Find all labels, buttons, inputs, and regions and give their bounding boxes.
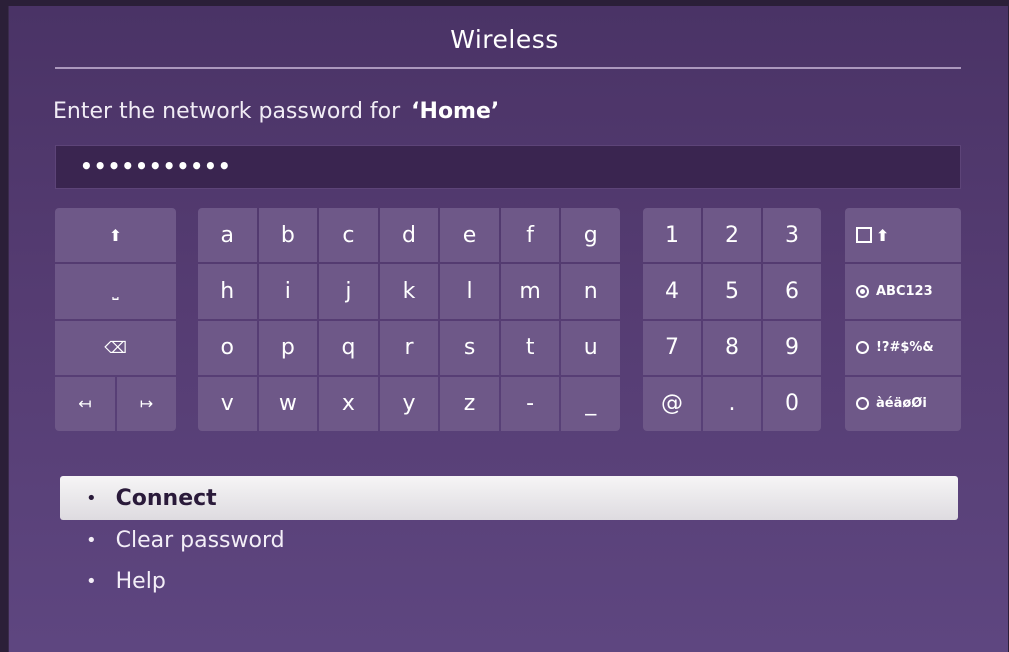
space-key[interactable]: ⎵ [55, 264, 176, 319]
key-p[interactable]: p [258, 320, 318, 375]
key-d[interactable]: d [379, 208, 439, 263]
title-divider [55, 67, 961, 69]
caps-lock-key[interactable]: ⬆ [845, 208, 961, 263]
key-f[interactable]: f [500, 208, 560, 263]
radio-icon [856, 341, 869, 355]
radio-selected-icon [856, 284, 869, 298]
mode-abc123-key[interactable]: ABC123 [845, 264, 961, 319]
prompt-text: Enter the network password for [53, 99, 401, 124]
caps-checkbox-icon [856, 227, 872, 244]
key-4[interactable]: 4 [643, 264, 701, 319]
key-z[interactable]: z [440, 376, 499, 431]
bullet-icon: • [86, 487, 97, 509]
mode-symbols-key[interactable]: !?#$%& [845, 320, 961, 375]
key-u[interactable]: u [561, 320, 620, 375]
key-o[interactable]: o [198, 320, 257, 375]
key-x[interactable]: x [319, 376, 378, 431]
key-m[interactable]: m [500, 264, 560, 319]
bullet-icon: • [86, 570, 97, 592]
key-period[interactable]: . [703, 376, 761, 431]
mode-symbols-label: !?#$%& [876, 340, 934, 356]
key-2[interactable]: 2 [703, 208, 761, 263]
key-1[interactable]: 1 [643, 208, 701, 263]
mode-accents-label: àéäøØi [876, 396, 927, 412]
key-8[interactable]: 8 [703, 320, 761, 375]
page-title: Wireless [450, 25, 559, 54]
key-w[interactable]: w [258, 376, 318, 431]
key-l[interactable]: l [440, 264, 499, 319]
network-name: ‘Home’ [411, 99, 500, 124]
key-b[interactable]: b [258, 208, 318, 263]
key-7[interactable]: 7 [643, 320, 701, 375]
backspace-icon: ⌫ [104, 338, 127, 358]
mode-keys: ⬆ ABC123 !?#$%& àéäøØi [845, 208, 961, 431]
key-i[interactable]: i [258, 264, 318, 319]
key-t[interactable]: t [500, 320, 560, 375]
password-masked-value: ••••••••••• [80, 154, 232, 178]
letter-keys: a b c d e f g h i j k l m n o p q r s t … [198, 208, 620, 431]
menu-item-clear-password[interactable]: • Clear password [60, 519, 958, 561]
radio-icon [856, 397, 869, 411]
menu-item-label: Clear password [115, 527, 285, 553]
key-hyphen[interactable]: - [500, 376, 560, 431]
menu-item-connect[interactable]: • Connect [60, 476, 958, 520]
key-r[interactable]: r [379, 320, 439, 375]
shift-icon: ⬆ [108, 225, 123, 245]
cursor-left-icon: ↤ [78, 394, 92, 414]
cursor-right-icon: ↦ [139, 394, 154, 414]
backspace-key[interactable]: ⌫ [55, 320, 176, 375]
space-icon: ⎵ [112, 281, 119, 301]
cursor-left-key[interactable]: ↤ [55, 376, 115, 431]
shift-key[interactable]: ⬆ [55, 208, 176, 263]
menu-item-help[interactable]: • Help [60, 560, 958, 602]
key-6[interactable]: 6 [763, 264, 821, 319]
key-3[interactable]: 3 [763, 208, 821, 263]
key-g[interactable]: g [561, 208, 620, 263]
key-y[interactable]: y [379, 376, 439, 431]
action-menu: • Connect • Clear password • Help [60, 476, 958, 601]
key-v[interactable]: v [198, 376, 257, 431]
key-h[interactable]: h [198, 264, 257, 319]
digit-keys: 1 2 3 4 5 6 7 8 9 @ . 0 [643, 208, 821, 431]
menu-item-label: Help [115, 568, 166, 594]
key-j[interactable]: j [319, 264, 378, 319]
key-s[interactable]: s [440, 320, 499, 375]
mode-abc123-label: ABC123 [876, 283, 933, 299]
mode-accents-key[interactable]: àéäøØi [845, 376, 961, 431]
key-k[interactable]: k [379, 264, 439, 319]
password-field[interactable]: ••••••••••• [55, 145, 961, 189]
key-n[interactable]: n [561, 264, 620, 319]
key-q[interactable]: q [319, 320, 378, 375]
menu-item-label: Connect [115, 485, 217, 511]
key-e[interactable]: e [440, 208, 499, 263]
key-underscore[interactable]: _ [561, 376, 620, 431]
bullet-icon: • [86, 529, 97, 551]
key-a[interactable]: a [198, 208, 257, 263]
key-c[interactable]: c [319, 208, 378, 263]
caps-arrow-icon: ⬆ [876, 225, 890, 245]
cursor-right-key[interactable]: ↦ [117, 376, 176, 431]
password-prompt: Enter the network password for ‘Home’ [53, 99, 499, 124]
control-keys: ⬆ ⎵ ⌫ ↤ ↦ [55, 208, 176, 431]
key-0[interactable]: 0 [763, 376, 821, 431]
key-5[interactable]: 5 [703, 264, 761, 319]
key-at[interactable]: @ [643, 376, 701, 431]
key-9[interactable]: 9 [763, 320, 821, 375]
